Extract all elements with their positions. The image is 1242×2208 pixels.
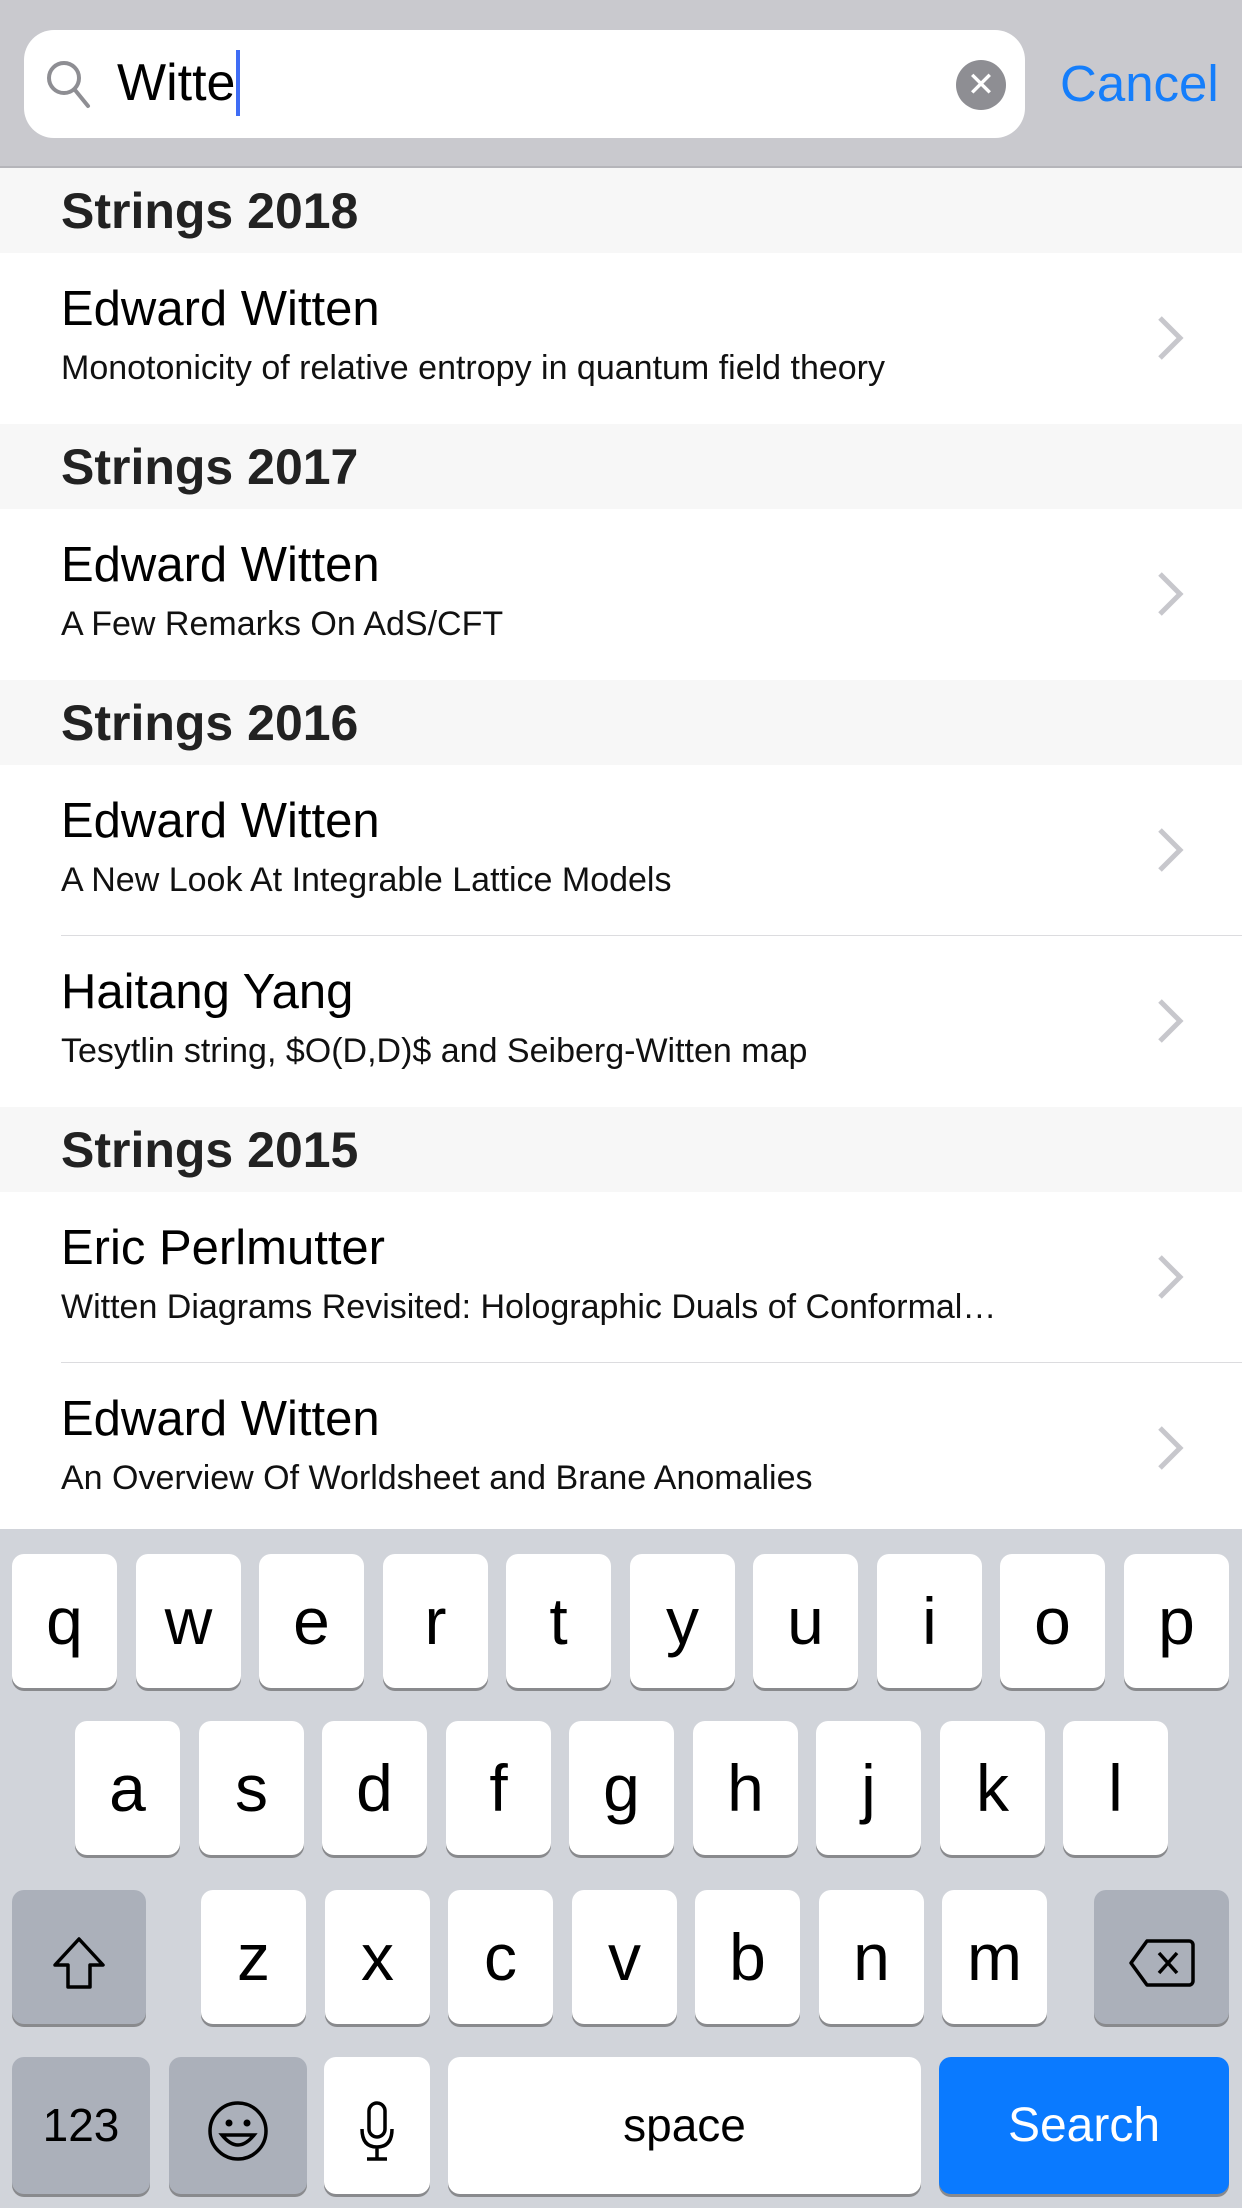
section-title: Strings 2018 [61, 183, 359, 239]
key-h[interactable]: h [693, 1721, 798, 1855]
key-m[interactable]: m [942, 1890, 1047, 2024]
key-d[interactable]: d [322, 1721, 427, 1855]
space-key[interactable]: space [448, 2057, 921, 2194]
search-query-text: Witte [117, 54, 236, 112]
cancel-button[interactable]: Cancel [1060, 52, 1219, 116]
section-header: Strings 2016 [0, 680, 1242, 765]
key-v[interactable]: v [572, 1890, 677, 2024]
chevron-right-icon [1150, 315, 1190, 361]
key-a[interactable]: a [75, 1721, 180, 1855]
list-item[interactable]: Edward Witten An Overview Of Worldsheet a… [0, 1363, 1242, 1533]
key-b[interactable]: b [695, 1890, 800, 2024]
list-item[interactable]: Edward Witten A Few Remarks On AdS/CFT [0, 509, 1242, 679]
speaker-name: Edward Witten [61, 1392, 380, 1446]
search-query[interactable]: Witte [117, 50, 241, 116]
list-item[interactable]: Eric Perlmutter Witten Diagrams Revisited… [0, 1192, 1242, 1362]
talk-title: A New Look At Integrable Lattice Models [61, 861, 672, 899]
shift-key[interactable] [12, 1890, 146, 2024]
key-l[interactable]: l [1063, 1721, 1168, 1855]
section-header: Strings 2017 [0, 424, 1242, 509]
speaker-name: Eric Perlmutter [61, 1221, 386, 1275]
numbers-key[interactable]: 123 [12, 2057, 150, 2194]
key-f[interactable]: f [446, 1721, 551, 1855]
talk-title: An Overview Of Worldsheet and Brane Anom… [61, 1459, 813, 1497]
emoji-key[interactable] [169, 2057, 307, 2194]
section-header: Strings 2015 [0, 1107, 1242, 1192]
list-item[interactable]: Edward Witten Monotonicity of relative en… [0, 253, 1242, 423]
key-x[interactable]: x [325, 1890, 430, 2024]
talk-title: A Few Remarks On AdS/CFT [61, 605, 504, 643]
key-k[interactable]: k [940, 1721, 1045, 1855]
speaker-name: Edward Witten [61, 282, 380, 336]
keyboard: q w e r t y u i o p a s d f g h j k l z x c v b n m 123 space Search [0, 1529, 1242, 2208]
talk-title: Monotonicity of relative entropy in quan… [61, 349, 886, 387]
key-z[interactable]: z [201, 1890, 306, 2024]
search-icon [47, 61, 90, 108]
key-g[interactable]: g [569, 1721, 674, 1855]
section-title: Strings 2016 [61, 695, 359, 751]
chevron-right-icon [1150, 571, 1190, 617]
chevron-right-icon [1150, 1425, 1190, 1471]
talk-title: Witten Diagrams Revisited: Holographic D… [61, 1288, 997, 1326]
emoji-icon [208, 2100, 268, 2161]
key-y[interactable]: y [630, 1554, 735, 1688]
key-t[interactable]: t [506, 1554, 611, 1688]
key-w[interactable]: w [136, 1554, 241, 1688]
key-u[interactable]: u [753, 1554, 858, 1688]
key-n[interactable]: n [819, 1890, 924, 2024]
dictation-key[interactable] [324, 2057, 430, 2194]
clear-icon[interactable]: ✕ [956, 60, 1006, 110]
text-caret [236, 50, 241, 116]
backspace-icon [1128, 1938, 1195, 1987]
key-c[interactable]: c [448, 1890, 553, 2024]
search-key[interactable]: Search [939, 2057, 1229, 2194]
speaker-name: Edward Witten [61, 538, 380, 592]
chevron-right-icon [1150, 827, 1190, 873]
key-e[interactable]: e [259, 1554, 364, 1688]
key-o[interactable]: o [1000, 1554, 1105, 1688]
key-q[interactable]: q [12, 1554, 117, 1688]
section-header: Strings 2018 [0, 168, 1242, 253]
chevron-right-icon [1150, 1254, 1190, 1300]
key-i[interactable]: i [877, 1554, 982, 1688]
list-item[interactable]: Haitang Yang Tesytlin string, $O(D,D)$ an… [0, 936, 1242, 1106]
speaker-name: Edward Witten [61, 794, 380, 848]
section-title: Strings 2015 [61, 1122, 359, 1178]
microphone-icon [360, 2100, 394, 2161]
delete-key[interactable] [1094, 1890, 1229, 2024]
key-j[interactable]: j [816, 1721, 921, 1855]
key-r[interactable]: r [383, 1554, 488, 1688]
key-s[interactable]: s [199, 1721, 304, 1855]
list-item[interactable]: Edward Witten A New Look At Integrable La… [0, 765, 1242, 935]
shift-icon [53, 1936, 105, 1989]
chevron-right-icon [1150, 998, 1190, 1044]
speaker-name: Haitang Yang [61, 965, 354, 1019]
key-p[interactable]: p [1124, 1554, 1229, 1688]
talk-title: Tesytlin string, $O(D,D)$ and Seiberg-Wi… [61, 1032, 808, 1070]
section-title: Strings 2017 [61, 439, 359, 495]
